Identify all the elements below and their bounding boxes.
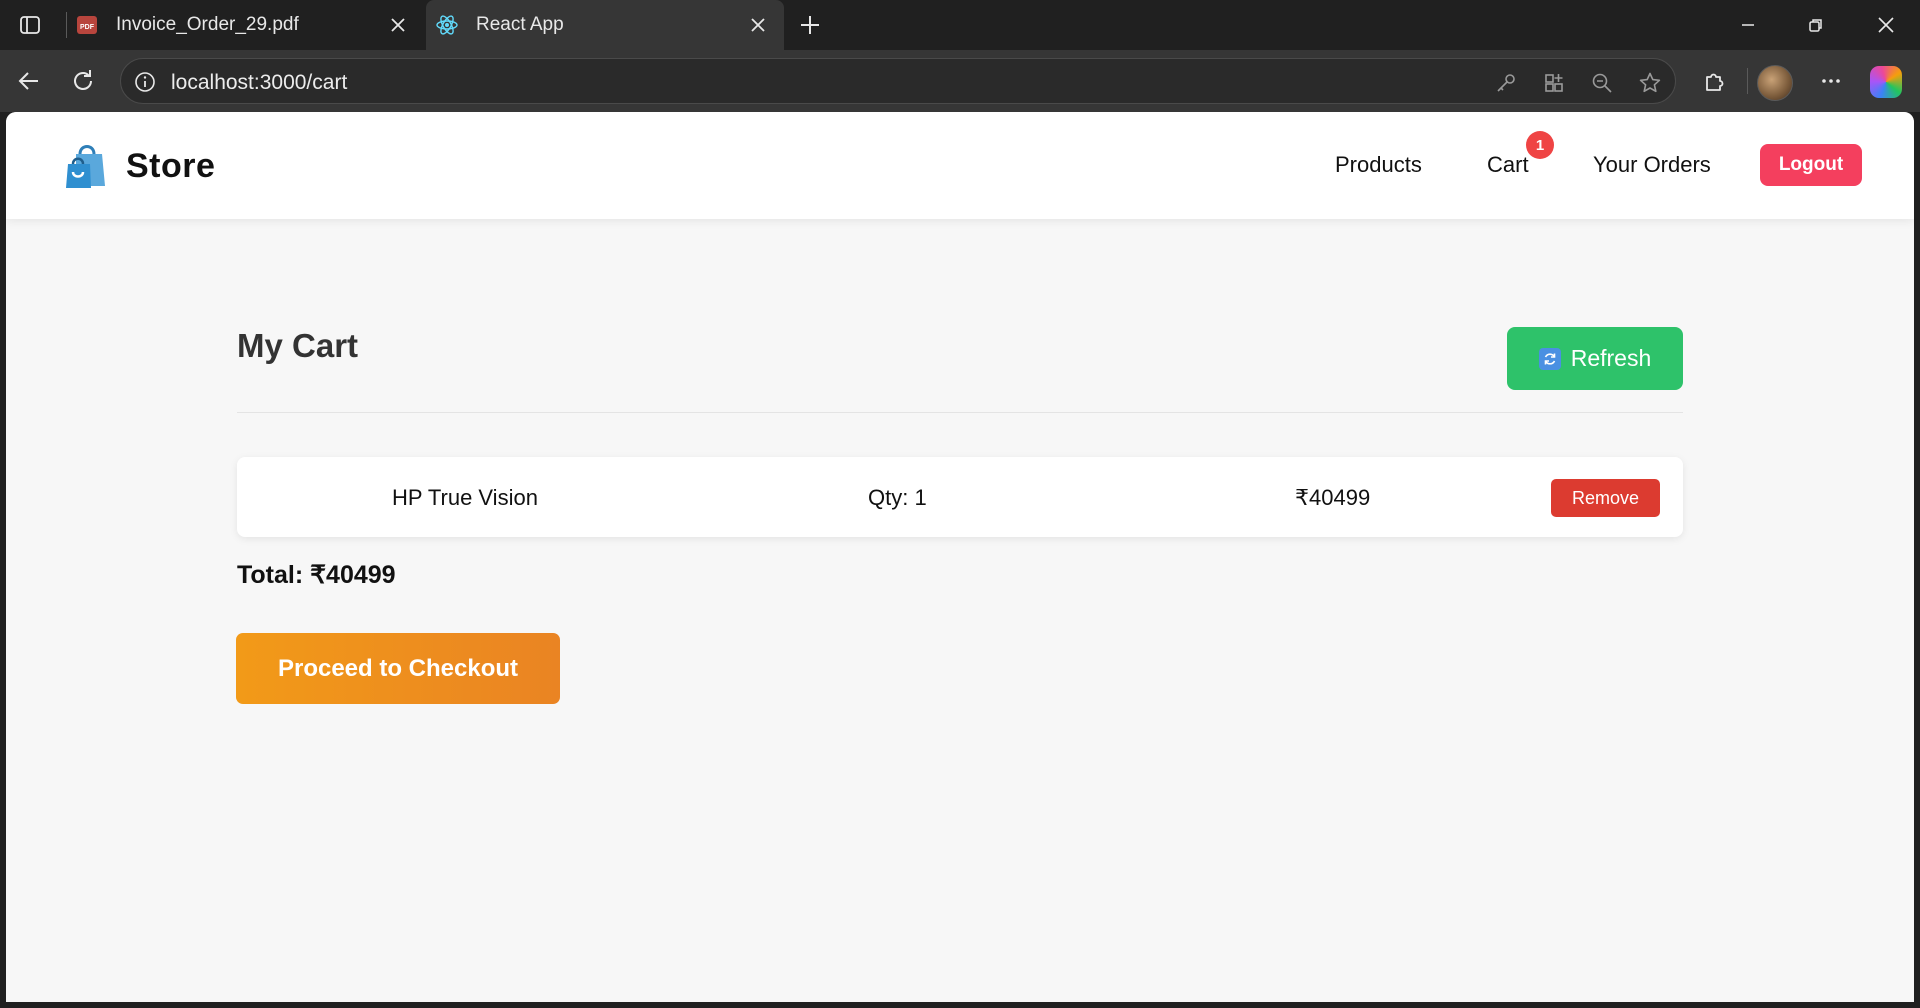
restore-icon[interactable] xyxy=(1802,11,1830,39)
favorite-star-icon[interactable] xyxy=(1637,70,1663,96)
key-icon[interactable] xyxy=(1493,70,1519,96)
remove-item-button[interactable]: Remove xyxy=(1551,479,1660,517)
back-arrow-icon[interactable] xyxy=(14,66,44,96)
profile-avatar[interactable] xyxy=(1757,65,1793,101)
brand-name: Store xyxy=(126,146,216,185)
close-window-icon[interactable] xyxy=(1872,11,1900,39)
cart-count-badge: 1 xyxy=(1526,131,1554,159)
tab-react-app[interactable]: React App xyxy=(426,0,784,50)
shopping-bags-icon xyxy=(66,145,105,188)
tab-separator xyxy=(66,12,67,38)
site-info-icon[interactable] xyxy=(133,70,157,94)
zoom-out-icon[interactable] xyxy=(1589,70,1615,96)
refresh-label: Refresh xyxy=(1570,345,1652,371)
cart-total: Total: ₹40499 xyxy=(237,561,396,589)
pdf-icon-label: PDF xyxy=(80,24,95,31)
item-quantity: Qty: 1 xyxy=(868,485,927,510)
refresh-icon xyxy=(1538,347,1561,370)
browser-tab-strip: PDF Invoice_Order_29.pdf React App xyxy=(0,0,1920,50)
item-name: HP True Vision xyxy=(392,485,538,510)
close-tab-icon[interactable] xyxy=(386,13,410,37)
reload-icon[interactable] xyxy=(68,66,98,96)
browser-toolbar: localhost:3000/cart xyxy=(0,50,1920,112)
refresh-button[interactable]: Refresh xyxy=(1507,327,1683,390)
address-bar[interactable]: localhost:3000/cart xyxy=(120,58,1676,104)
new-tab-plus-icon[interactable] xyxy=(796,11,824,39)
tab-title: React App xyxy=(476,14,564,35)
close-tab-icon[interactable] xyxy=(746,13,770,37)
more-menu-icon[interactable] xyxy=(1816,66,1846,96)
nav-products[interactable]: Products xyxy=(1335,152,1422,178)
brand[interactable]: Store xyxy=(60,140,215,192)
toolbar-separator xyxy=(1747,68,1748,94)
page-viewport: Store Products Cart 1 Your Orders Logout… xyxy=(6,112,1914,1002)
logout-button[interactable]: Logout xyxy=(1760,144,1862,186)
pdf-icon: PDF xyxy=(76,14,98,36)
extensions-puzzle-icon[interactable] xyxy=(1700,66,1730,96)
minimize-icon[interactable] xyxy=(1734,11,1762,39)
url-text: localhost:3000/cart xyxy=(171,71,348,94)
app-available-icon[interactable] xyxy=(1541,70,1567,96)
proceed-to-checkout-button[interactable]: Proceed to Checkout xyxy=(236,633,560,704)
nav-cart[interactable]: Cart xyxy=(1487,152,1529,178)
react-icon xyxy=(436,14,458,36)
cart-item: HP True Vision Qty: 1 ₹40499 Remove xyxy=(237,457,1683,537)
site-navbar: Store Products Cart 1 Your Orders Logout xyxy=(6,112,1914,219)
tab-title: Invoice_Order_29.pdf xyxy=(116,14,299,35)
tab-invoice-pdf[interactable]: PDF Invoice_Order_29.pdf xyxy=(76,0,424,50)
page-title: My Cart xyxy=(237,327,359,364)
header-divider xyxy=(237,412,1683,413)
copilot-icon[interactable] xyxy=(1870,66,1902,98)
item-price: ₹40499 xyxy=(1295,485,1371,510)
nav-your-orders[interactable]: Your Orders xyxy=(1593,152,1711,178)
tab-actions-icon[interactable] xyxy=(18,13,42,37)
